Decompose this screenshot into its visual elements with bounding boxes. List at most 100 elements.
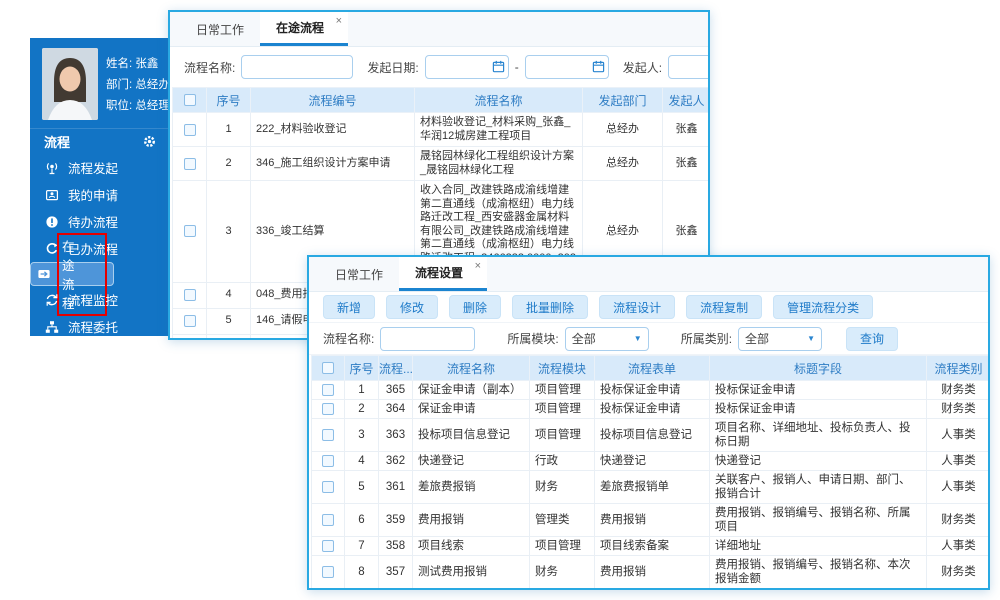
column-header-code: 流程编号: [251, 88, 415, 113]
sidebar-item-label: 被委托流程: [68, 344, 131, 363]
table-row[interactable]: 1 222_材料验收登记 材料验收登记_材料采购_张鑫_华润12城房建工程项目 …: [173, 113, 711, 147]
tab-in-transit[interactable]: 在途流程 ×: [260, 12, 348, 46]
row-checkbox[interactable]: [322, 403, 334, 415]
table-row[interactable]: 7 358 项目线索 项目管理 项目线索备案 详细地址 人事类: [312, 537, 991, 556]
module-label: 所属模块:: [507, 330, 558, 347]
process-settings-table: 序号 流程... 流程名称 流程模块 流程表单 标题字段 流程类别 1 365 …: [311, 355, 990, 590]
column-header-id: 流程...: [379, 356, 413, 381]
panel1-filter-row: 流程名称: 发起日期: - 发起人:: [170, 47, 708, 87]
column-header-module: 流程模块: [530, 356, 595, 381]
start-date-from-field: [425, 55, 509, 79]
column-header-dept: 发起部门: [583, 88, 663, 113]
category-label: 所属类别:: [681, 330, 732, 347]
table-row[interactable]: 1 365 保证金申请（副本） 项目管理 投标保证金申请 投标保证金申请 财务类: [312, 381, 991, 400]
process-name-input[interactable]: [380, 327, 475, 351]
table-row[interactable]: 8 357 测试费用报销 财务 费用报销 费用报销、报销编号、报销名称、本次报销…: [312, 556, 991, 589]
search-button[interactable]: 查询: [846, 327, 898, 351]
sidebar-item-process-delegation[interactable]: 流程委托: [30, 313, 168, 340]
column-header-seq: 序号: [207, 88, 251, 113]
table-row[interactable]: 9 356 设计审查 项目管理 设计审查 设计审查、项目名称、专业、设计人、制单…: [312, 589, 991, 591]
section-title: 流程: [44, 132, 70, 151]
row-checkbox[interactable]: [184, 289, 196, 301]
table-row[interactable]: 5 361 差旅费报销 财务 差旅费报销单 关联客户、报销人、申请日期、部门、报…: [312, 471, 991, 504]
sidebar-item-label: 流程委托: [68, 317, 118, 336]
table-row[interactable]: 3 363 投标项目信息登记 项目管理 投标项目信息登记 项目名称、详细地址、投…: [312, 419, 991, 452]
sidebar-item-delegated-processes[interactable]: 被委托流程: [30, 340, 168, 367]
row-checkbox[interactable]: [184, 225, 196, 237]
row-checkbox[interactable]: [322, 384, 334, 396]
sidebar-item-my-applications[interactable]: 我的申请: [30, 181, 168, 208]
row-checkbox[interactable]: [322, 514, 334, 526]
table-row[interactable]: 2 346_施工组织设计方案申请 晟铭园林绿化工程组织设计方案_晟铭园林绿化工程…: [173, 147, 711, 181]
batch-delete-button[interactable]: 批量删除: [512, 295, 588, 319]
delete-button[interactable]: 删除: [449, 295, 501, 319]
column-header-person: 发起人: [663, 88, 711, 113]
app-stage: 姓名: 张鑫 部门: 总经办 职位: 总经理 流程 流程发起: [0, 0, 1000, 600]
table-header-row: 序号 流程编号 流程名称 发起部门 发起人: [173, 88, 711, 113]
select-all-checkbox[interactable]: [322, 362, 334, 374]
row-checkbox[interactable]: [184, 315, 196, 327]
in-transit-icon: [37, 267, 51, 281]
panel2-toolbar: 新增 修改 删除 批量删除 流程设计 流程复制 管理流程分类: [309, 292, 988, 323]
close-icon[interactable]: ×: [475, 260, 481, 272]
date-separator: -: [515, 60, 519, 74]
tab-process-settings[interactable]: 流程设置 ×: [399, 257, 487, 291]
avatar: [42, 48, 98, 120]
select-all-checkbox[interactable]: [184, 94, 196, 106]
row-checkbox[interactable]: [184, 158, 196, 170]
chevron-down-icon: ▼: [634, 334, 642, 343]
column-header-form: 流程表单: [595, 356, 710, 381]
tab-daily-work[interactable]: 日常工作: [319, 257, 399, 291]
profile-name: 姓名: 张鑫: [106, 55, 170, 71]
tab-daily-work[interactable]: 日常工作: [180, 12, 260, 46]
manage-process-category-button[interactable]: 管理流程分类: [773, 295, 873, 319]
close-icon[interactable]: ×: [336, 15, 342, 27]
row-checkbox[interactable]: [322, 540, 334, 552]
row-checkbox[interactable]: [184, 124, 196, 136]
profile-department: 部门: 总经办: [106, 76, 170, 92]
podcast-icon: [45, 161, 59, 175]
table-row[interactable]: 6 359 费用报销 管理类 费用报销 费用报销、报销编号、报销名称、所属项目 …: [312, 504, 991, 537]
sitemap-icon: [45, 347, 59, 361]
row-checkbox[interactable]: [322, 455, 334, 467]
sidebar-item-todo-processes[interactable]: 待办流程: [30, 208, 168, 235]
row-checkbox[interactable]: [322, 481, 334, 493]
sidebar-item-process-start[interactable]: 流程发起: [30, 154, 168, 181]
category-select[interactable]: 全部 ▼: [738, 327, 822, 351]
avatar-image: [42, 48, 98, 120]
profile-title: 职位: 总经理: [106, 97, 170, 113]
start-date-to-field: [525, 55, 609, 79]
chevron-down-icon: ▼: [807, 334, 815, 343]
table-row[interactable]: 2 364 保证金申请 项目管理 投标保证金申请 投标保证金申请 财务类: [312, 400, 991, 419]
process-design-button[interactable]: 流程设计: [599, 295, 675, 319]
exclamation-circle-icon: [45, 215, 59, 229]
initiator-input[interactable]: [668, 55, 710, 79]
process-settings-panel: 日常工作 流程设置 × 新增 修改 删除 批量删除 流程设计 流程复制 管理流程…: [307, 255, 990, 590]
row-checkbox[interactable]: [322, 429, 334, 441]
calendar-icon[interactable]: [492, 60, 505, 73]
panel1-tabbar: 日常工作 在途流程 ×: [170, 12, 708, 47]
sidebar-item-label: 我的申请: [68, 185, 118, 204]
id-card-icon: [45, 188, 59, 202]
calendar-icon[interactable]: [592, 60, 605, 73]
sync-icon: [45, 293, 59, 307]
user-profile: 姓名: 张鑫 部门: 总经办 职位: 总经理: [30, 38, 168, 128]
sidebar: 姓名: 张鑫 部门: 总经办 职位: 总经理 流程 流程发起: [30, 38, 168, 336]
add-button[interactable]: 新增: [323, 295, 375, 319]
table-row[interactable]: 4 362 快递登记 行政 快递登记 快递登记 人事类: [312, 452, 991, 471]
panel2-filter-row: 流程名称: 所属模块: 全部 ▼ 所属类别: 全部 ▼ 查询: [309, 323, 988, 355]
column-header-name: 流程名称: [413, 356, 530, 381]
edit-button[interactable]: 修改: [386, 295, 438, 319]
sidebar-item-process-monitor[interactable]: 流程监控: [30, 286, 168, 313]
sidebar-item-label: 流程发起: [68, 158, 118, 177]
column-header-name: 流程名称: [415, 88, 583, 113]
process-name-input[interactable]: [241, 55, 353, 79]
sidebar-item-label: 待办流程: [68, 212, 118, 231]
sidebar-item-in-transit-processes[interactable]: 在途流程: [30, 262, 114, 286]
panel2-tabbar: 日常工作 流程设置 ×: [309, 257, 988, 292]
sitemap-icon: [45, 320, 59, 334]
gear-icon[interactable]: [143, 135, 156, 148]
process-copy-button[interactable]: 流程复制: [686, 295, 762, 319]
module-select[interactable]: 全部 ▼: [565, 327, 649, 351]
row-checkbox[interactable]: [322, 566, 334, 578]
